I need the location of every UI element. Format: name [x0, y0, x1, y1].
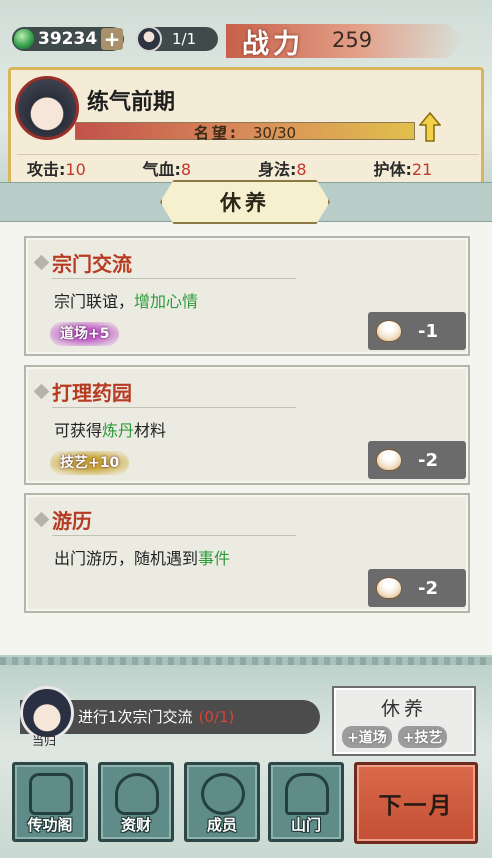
- reputation-bar: 名望: 30/30: [75, 122, 415, 143]
- divider: [52, 278, 296, 279]
- bun-icon: [376, 449, 402, 471]
- chip-skill: +技艺: [397, 726, 448, 748]
- activity-desc: 出门游历，随机遇到事件: [54, 545, 230, 569]
- desc-text: 可获得: [54, 421, 103, 440]
- stat-defense: 护体:21: [364, 156, 480, 180]
- combat-power: 战力 259: [226, 18, 476, 62]
- divider: [52, 407, 296, 408]
- cost-value: -2: [418, 577, 438, 599]
- nav-label: 成员: [206, 816, 237, 834]
- activity-cost-button[interactable]: -2: [368, 441, 466, 479]
- section-title: 休养: [160, 180, 330, 224]
- person-face-icon: [201, 773, 245, 815]
- task-desc: 进行1次宗门交流: [78, 708, 193, 726]
- bottom-border: [0, 657, 492, 665]
- reputation-text: 名望: 30/30: [76, 122, 414, 143]
- jade-counter: 39234 +: [12, 27, 124, 51]
- activity-title: 宗门交流: [52, 252, 132, 276]
- desc-text: 出门游历，随机遇到: [54, 549, 199, 568]
- disciple-avatar-icon: [136, 26, 162, 52]
- activity-title: 打理药园: [52, 381, 132, 405]
- activity-desc: 可获得炼丹材料: [54, 417, 166, 441]
- pavilion-icon: [29, 773, 73, 815]
- activity-card: 宗门交流 宗门联谊，增加心情 道场+5 -1: [24, 236, 470, 356]
- activity-cost-button[interactable]: -2: [368, 569, 466, 607]
- money-bag-icon: [115, 773, 159, 815]
- realm-title: 练气前期: [87, 90, 176, 115]
- arrow-up-icon[interactable]: [419, 112, 441, 142]
- nav-button-mountain-gate[interactable]: 山门: [268, 762, 344, 842]
- rest-panel-title: 休养: [380, 698, 427, 720]
- jade-gem-icon: [14, 29, 34, 49]
- diamond-icon: [33, 383, 50, 400]
- power-value: 259: [332, 28, 373, 52]
- rest-chips: +道场 +技艺: [342, 726, 448, 748]
- nav-label: 山门: [290, 816, 321, 834]
- diamond-icon: [33, 511, 50, 528]
- desc-highlight: 事件: [198, 549, 231, 568]
- task-character-name: 当归: [32, 734, 57, 748]
- activity-cost-button[interactable]: -1: [368, 312, 466, 350]
- reward-tag: 道场+5: [50, 322, 120, 346]
- next-month-button[interactable]: 下一月: [354, 762, 478, 844]
- nav-button-members[interactable]: 成员: [184, 762, 260, 842]
- stat-attack: 攻击:10: [17, 156, 133, 180]
- task-progress: (0/1): [198, 708, 235, 726]
- activity-title: 游历: [52, 509, 92, 533]
- nav-button-assets[interactable]: 资财: [98, 762, 174, 842]
- activity-card: 游历 出门游历，随机遇到事件 -2: [24, 493, 470, 613]
- stat-value: 10: [65, 159, 86, 179]
- stat-value: 8: [296, 159, 307, 179]
- activity-card: 打理药园 可获得炼丹材料 技艺+10 -2: [24, 365, 470, 485]
- stat-agility: 身法:8: [248, 156, 364, 180]
- desc-highlight: 炼丹: [102, 421, 135, 440]
- stat-label: 护体:: [373, 159, 412, 179]
- stats-row: 攻击:10 气血:8 身法:8 护体:21: [17, 154, 479, 180]
- cost-value: -2: [418, 449, 438, 471]
- nav-label: 资财: [120, 816, 151, 834]
- cost-value: -1: [418, 320, 438, 342]
- diamond-icon: [33, 254, 50, 271]
- stat-label: 攻击:: [27, 159, 66, 179]
- bun-icon: [376, 320, 402, 342]
- rest-summary-panel[interactable]: 休养 +道场 +技艺: [332, 686, 476, 756]
- reputation-label: 名望:: [193, 124, 239, 142]
- reputation-value: 30/30: [252, 124, 297, 142]
- stat-label: 身法:: [258, 159, 297, 179]
- avatar[interactable]: [15, 76, 79, 140]
- stat-label: 气血:: [142, 159, 181, 179]
- mountain-icon: [285, 773, 329, 815]
- nav-label: 传功阁: [27, 816, 73, 834]
- reward-tag: 技艺+10: [50, 451, 130, 475]
- nav-button-skill-hall[interactable]: 传功阁: [12, 762, 88, 842]
- bun-icon: [376, 577, 402, 599]
- desc-highlight: 增加心情: [134, 292, 199, 311]
- task-text: 进行1次宗门交流 (0/1): [78, 706, 234, 727]
- divider: [52, 535, 296, 536]
- desc-text: 宗门联谊，: [54, 292, 135, 311]
- profile-card: 练气前期 名望: 30/30 攻击:10 气血:8 身法:8 护体:21: [8, 67, 484, 185]
- stat-value: 21: [411, 159, 433, 179]
- desc-text: 材料: [134, 421, 167, 440]
- activity-desc: 宗门联谊，增加心情: [54, 288, 198, 312]
- power-label: 战力: [242, 29, 304, 60]
- chip-dojo: +道场: [342, 726, 392, 748]
- jade-count: 39234: [38, 29, 98, 49]
- disciple-counter: 1/1: [136, 26, 218, 52]
- disciple-count: 1/1: [172, 30, 197, 48]
- stat-hp: 气血:8: [133, 156, 249, 180]
- stat-value: 8: [180, 159, 192, 179]
- plus-icon[interactable]: +: [101, 28, 123, 50]
